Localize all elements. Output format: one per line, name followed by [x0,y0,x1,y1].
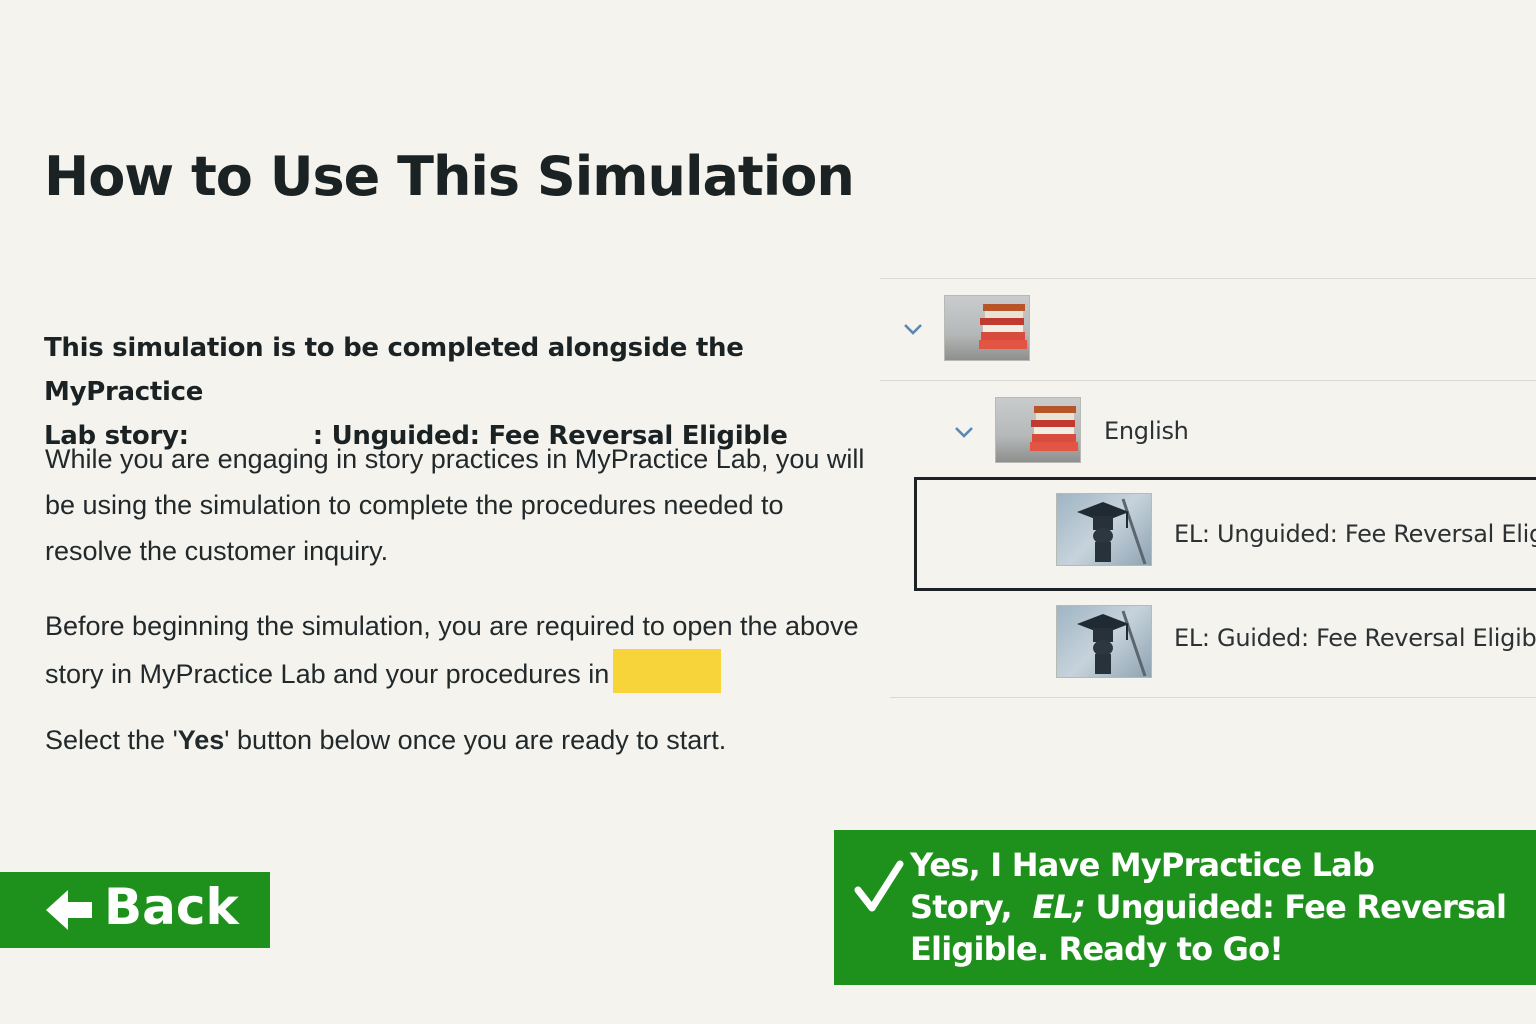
tree-item-label: EL: Unguided: Fee Reversal Eligib [1174,520,1536,548]
instructions-paragraph-3: Select the 'Yes' button below once you a… [45,717,875,763]
yes-label-emphasis: EL; [1032,888,1086,926]
tree-divider [880,380,1536,381]
back-button[interactable]: Back [0,872,270,948]
tree-item-label: EL: Guided: Fee Reversal Eligible [1174,624,1536,652]
story-intro-line1: This simulation is to be completed along… [44,333,744,407]
instructions-paragraph-2: Before beginning the simulation, you are… [45,603,875,697]
yes-emphasis: Yes [177,725,225,755]
chevron-down-icon[interactable] [952,420,976,444]
highlight-mark [613,649,722,693]
yes-ready-button[interactable]: Yes, I Have MyPractice Lab Story, EL; Un… [834,830,1536,985]
instructions-text-after: ' button below once you are ready to sta… [224,725,727,755]
tree-divider [890,697,1536,698]
back-button-label: Back [104,878,239,936]
chevron-down-icon[interactable] [901,317,925,341]
graduation-cap-icon [1056,493,1152,566]
page-title: How to Use This Simulation [44,145,855,208]
checkmark-icon [854,860,904,912]
tree-item-label: English [1104,417,1189,445]
instructions-paragraph-1: While you are engaging in story practice… [45,444,865,566]
instructions-text-before: Select the ' [45,725,178,755]
books-icon [995,397,1081,463]
tree-divider [880,278,1536,279]
arrow-left-icon [46,890,92,930]
graduation-cap-icon [1056,605,1152,678]
instructions-text: Before beginning the simulation, you are… [45,611,859,689]
yes-button-label: Yes, I Have MyPractice Lab Story, EL; Un… [910,844,1520,970]
books-icon [944,295,1030,361]
